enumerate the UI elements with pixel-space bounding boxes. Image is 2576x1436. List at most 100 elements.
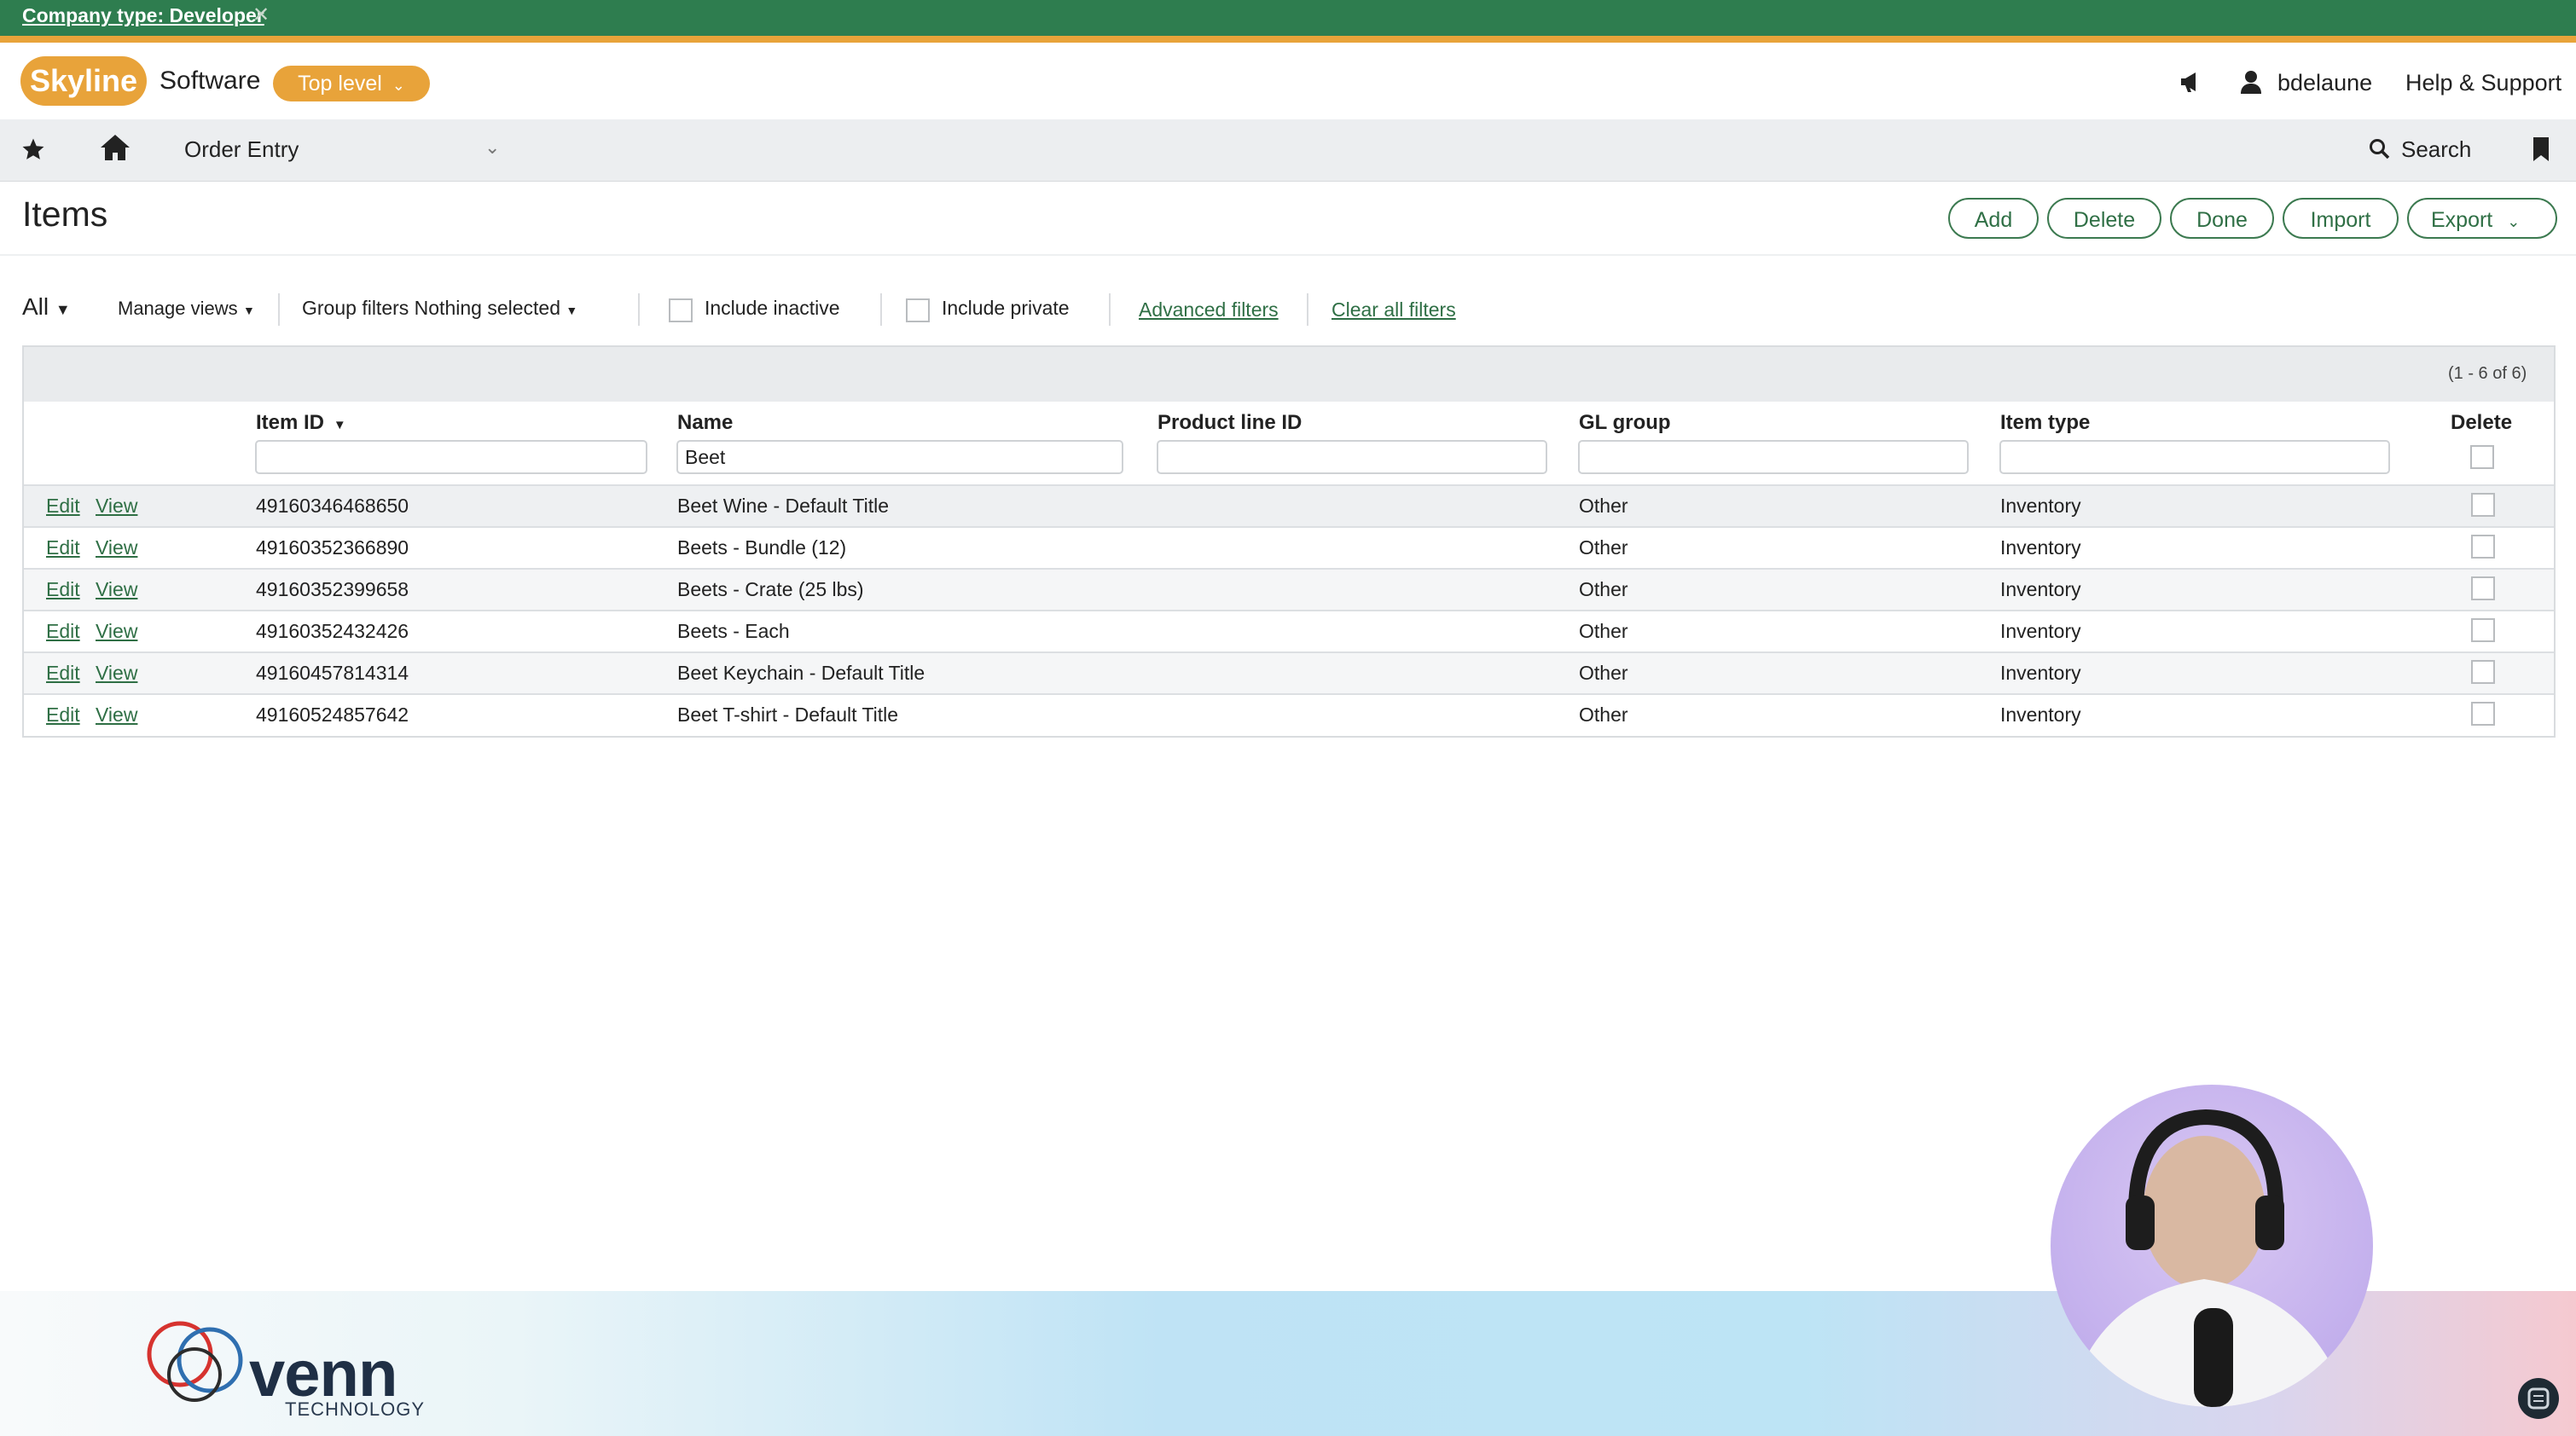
row-delete-checkbox[interactable] bbox=[2471, 576, 2495, 600]
export-button[interactable]: Export ⌄ bbox=[2407, 198, 2557, 239]
item-type-cell: Inventory bbox=[2000, 662, 2081, 684]
filter-divider bbox=[1307, 293, 1308, 326]
advanced-filters-link[interactable]: Advanced filters bbox=[1139, 298, 1279, 321]
column-header-gl-group[interactable]: GL group bbox=[1579, 411, 1671, 435]
chevron-down-icon: ⌄ bbox=[387, 77, 405, 94]
row-delete-checkbox[interactable] bbox=[2471, 493, 2495, 517]
item-type-cell: Inventory bbox=[2000, 536, 2081, 559]
chevron-down-icon[interactable]: ⌄ bbox=[484, 136, 500, 159]
column-header-item-type[interactable]: Item type bbox=[2000, 411, 2090, 435]
filter-divider bbox=[278, 293, 280, 326]
screen-record-icon[interactable] bbox=[2518, 1378, 2559, 1419]
view-link[interactable]: View bbox=[96, 620, 137, 643]
add-button[interactable]: Add bbox=[1948, 198, 2039, 239]
export-label: Export bbox=[2431, 208, 2493, 232]
chevron-down-icon: ⌄ bbox=[2498, 213, 2521, 230]
level-dropdown[interactable]: Top level ⌄ bbox=[273, 66, 430, 101]
item-id-cell: 49160524857642 bbox=[256, 704, 409, 726]
logo-subtitle: Software bbox=[160, 67, 261, 95]
view-link[interactable]: View bbox=[96, 495, 137, 518]
item-type-cell: Inventory bbox=[2000, 578, 2081, 600]
star-icon[interactable] bbox=[20, 136, 46, 166]
search-button[interactable]: Search bbox=[2401, 136, 2471, 163]
edit-link[interactable]: Edit bbox=[46, 495, 80, 518]
include-private-label: Include private bbox=[942, 297, 1070, 319]
company-type-link[interactable]: Company type: Developer bbox=[22, 4, 264, 27]
view-label: All bbox=[22, 293, 49, 320]
webcam-overlay bbox=[2051, 1085, 2373, 1407]
done-button[interactable]: Done bbox=[2170, 198, 2274, 239]
item-name-cell: Beet Keychain - Default Title bbox=[677, 662, 925, 684]
item-name-cell: Beets - Crate (25 lbs) bbox=[677, 578, 864, 600]
edit-link[interactable]: Edit bbox=[46, 662, 80, 685]
item-id-header-label: Item ID bbox=[256, 411, 325, 434]
column-header-delete: Delete bbox=[2451, 411, 2513, 434]
include-inactive-label: Include inactive bbox=[705, 297, 840, 319]
edit-link[interactable]: Edit bbox=[46, 536, 80, 559]
include-inactive-checkbox[interactable] bbox=[669, 298, 693, 322]
manage-views-dropdown[interactable]: Manage views ▼ bbox=[118, 297, 255, 320]
view-link[interactable]: View bbox=[96, 536, 137, 559]
edit-link[interactable]: Edit bbox=[46, 620, 80, 643]
item-type-cell: Inventory bbox=[2000, 704, 2081, 726]
view-link[interactable]: View bbox=[96, 578, 137, 601]
level-label: Top level bbox=[298, 72, 382, 96]
product-line-filter-input[interactable] bbox=[1157, 440, 1547, 474]
row-delete-checkbox[interactable] bbox=[2471, 702, 2495, 726]
item-id-cell: 49160346468650 bbox=[256, 495, 409, 517]
presenter-image bbox=[2068, 1109, 2349, 1407]
venn-brand-subtitle: TECHNOLOGY bbox=[285, 1398, 426, 1420]
gl-group-cell: Other bbox=[1579, 536, 1628, 559]
column-header-item-id[interactable]: Item ID ▼ bbox=[256, 411, 346, 435]
user-icon[interactable] bbox=[2240, 70, 2262, 100]
edit-link[interactable]: Edit bbox=[46, 704, 80, 727]
megaphone-icon[interactable] bbox=[2179, 70, 2204, 100]
home-icon[interactable] bbox=[99, 133, 131, 166]
item-type-cell: Inventory bbox=[2000, 495, 2081, 517]
edit-link[interactable]: Edit bbox=[46, 578, 80, 601]
gl-group-cell: Other bbox=[1579, 578, 1628, 600]
group-filters-value: Nothing selected bbox=[414, 297, 560, 319]
item-id-cell: 49160352366890 bbox=[256, 536, 409, 559]
page-title: Items bbox=[22, 194, 108, 234]
view-selector[interactable]: All ▼ bbox=[22, 293, 71, 321]
view-link[interactable]: View bbox=[96, 704, 137, 727]
group-filters-dropdown[interactable]: Group filters Nothing selected ▼ bbox=[302, 297, 577, 320]
filter-divider bbox=[1109, 293, 1111, 326]
user-menu[interactable]: bdelaune bbox=[2277, 70, 2372, 96]
filter-divider bbox=[638, 293, 640, 326]
import-button[interactable]: Import bbox=[2283, 198, 2399, 239]
clear-all-filters-link[interactable]: Clear all filters bbox=[1332, 298, 1456, 321]
gl-group-cell: Other bbox=[1579, 620, 1628, 642]
banner-close-icon[interactable]: ✕ bbox=[252, 3, 270, 27]
column-header-name[interactable]: Name bbox=[677, 411, 733, 435]
delete-button[interactable]: Delete bbox=[2047, 198, 2161, 239]
skyline-logo[interactable]: Skyline bbox=[20, 56, 147, 106]
row-delete-checkbox[interactable] bbox=[2471, 535, 2495, 559]
item-type-cell: Inventory bbox=[2000, 620, 2081, 642]
select-all-delete-checkbox[interactable] bbox=[2470, 445, 2494, 469]
name-filter-input[interactable]: Beet bbox=[676, 440, 1123, 474]
item-name-cell: Beets - Bundle (12) bbox=[677, 536, 847, 559]
record-count: (1 - 6 of 6) bbox=[2448, 364, 2527, 383]
banner-accent-line bbox=[0, 36, 2576, 43]
gl-group-cell: Other bbox=[1579, 704, 1628, 726]
include-private-checkbox[interactable] bbox=[906, 298, 930, 322]
item-type-filter-input[interactable] bbox=[1999, 440, 2390, 474]
divider bbox=[0, 254, 2576, 256]
sort-caret-icon: ▼ bbox=[329, 418, 346, 432]
search-icon[interactable] bbox=[2369, 138, 2391, 165]
gl-group-filter-input[interactable] bbox=[1578, 440, 1969, 474]
item-name-cell: Beet Wine - Default Title bbox=[677, 495, 889, 517]
help-support-link[interactable]: Help & Support bbox=[2405, 70, 2561, 96]
view-link[interactable]: View bbox=[96, 662, 137, 685]
column-header-product-line-id[interactable]: Product line ID bbox=[1157, 411, 1302, 435]
nav-bar bbox=[0, 119, 2576, 182]
gl-group-cell: Other bbox=[1579, 495, 1628, 517]
module-selector[interactable]: Order Entry bbox=[184, 136, 299, 163]
bookmark-icon[interactable] bbox=[2532, 136, 2550, 166]
row-delete-checkbox[interactable] bbox=[2471, 660, 2495, 684]
manage-views-label: Manage views bbox=[118, 298, 238, 319]
row-delete-checkbox[interactable] bbox=[2471, 618, 2495, 642]
item-id-filter-input[interactable] bbox=[255, 440, 647, 474]
